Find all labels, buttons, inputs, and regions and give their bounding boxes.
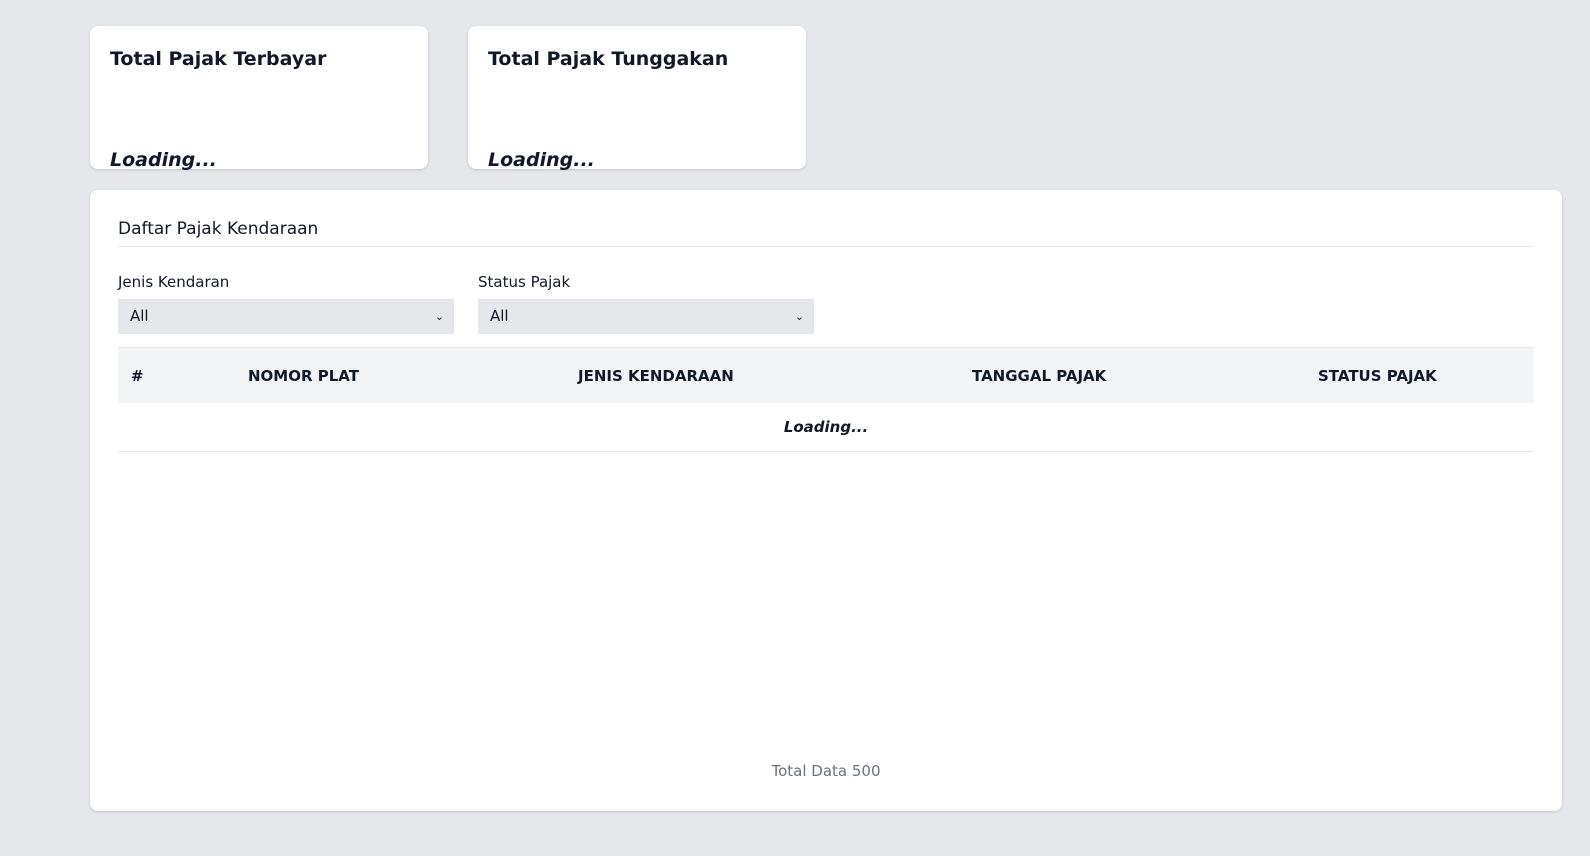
vehicle-type-filter-label: Jenis Kendaran (118, 273, 230, 291)
column-header-plate-number: NOMOR PLAT (248, 367, 359, 385)
total-paid-title: Total Pajak Terbayar (110, 48, 327, 70)
total-arrears-card: Total Pajak Tunggakan Loading... (468, 26, 806, 171)
panel-divider (118, 246, 1534, 247)
chevron-down-icon: ⌄ (434, 310, 444, 323)
panel-title: Daftar Pajak Kendaraan (118, 219, 319, 239)
tax-status-filter-label: Status Pajak (478, 273, 571, 291)
column-header-tax-date: TANGGAL PAJAK (972, 367, 1107, 385)
vehicle-type-select[interactable]: All ⌄ (118, 299, 454, 334)
vehicle-tax-table: # NOMOR PLAT JENIS KENDARAAN TANGGAL PAJ… (118, 347, 1534, 452)
column-header-vehicle-type: JENIS KENDARAAN (578, 367, 734, 385)
vehicle-tax-panel: Daftar Pajak Kendaraan Jenis Kendaran Al… (90, 190, 1562, 811)
vehicle-type-filter: Jenis Kendaran All ⌄ (118, 272, 454, 334)
column-header-index: # (131, 367, 144, 385)
vehicle-type-select-value: All (130, 307, 149, 325)
total-paid-value: Loading... (110, 149, 217, 171)
table-loading-text: Loading... (783, 418, 869, 436)
tax-status-filter: Status Pajak All ⌄ (478, 272, 814, 334)
tax-status-select[interactable]: All ⌄ (478, 299, 814, 334)
total-data-count: Total Data 500 (771, 762, 881, 780)
chevron-down-icon: ⌄ (794, 310, 804, 323)
total-arrears-value: Loading... (488, 149, 595, 171)
total-arrears-title: Total Pajak Tunggakan (488, 48, 729, 70)
tax-status-select-value: All (490, 307, 509, 325)
column-header-tax-status: STATUS PAJAK (1318, 367, 1437, 385)
table-loading-row: Loading... (118, 403, 1534, 452)
total-paid-card: Total Pajak Terbayar Loading... (90, 26, 428, 171)
table-header-row: # NOMOR PLAT JENIS KENDARAAN TANGGAL PAJ… (118, 347, 1534, 403)
